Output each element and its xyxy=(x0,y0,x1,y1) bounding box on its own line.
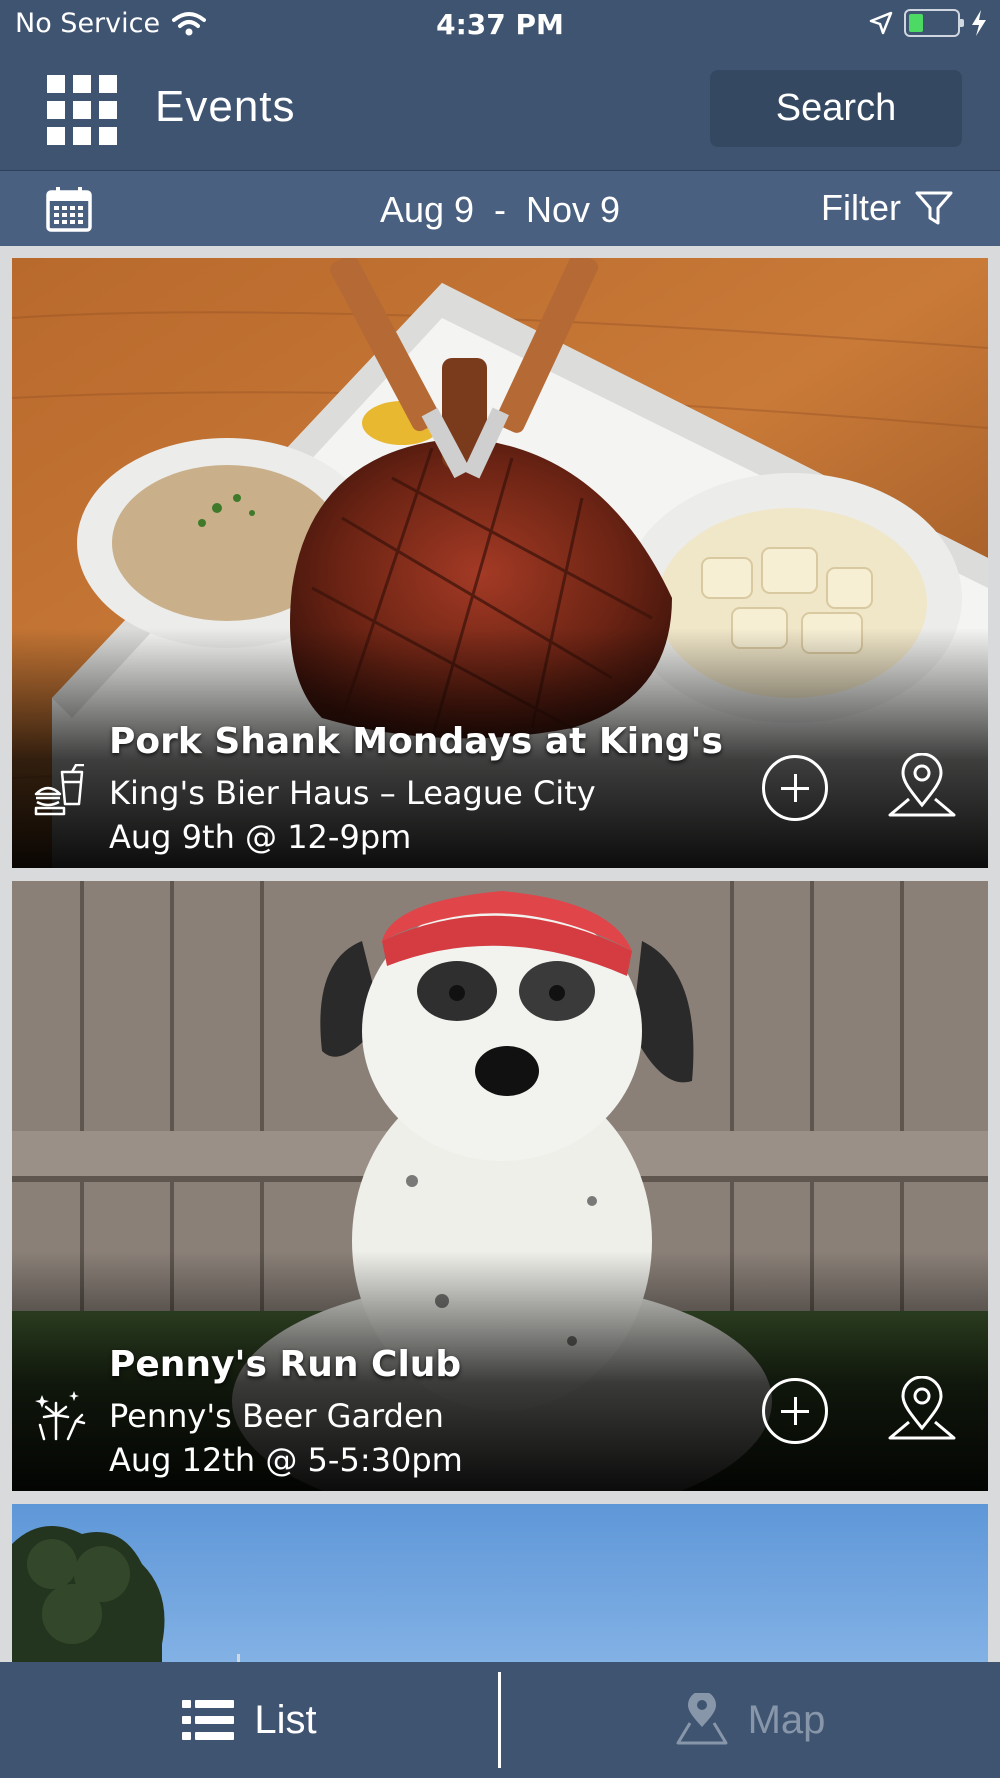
funnel-icon xyxy=(915,191,953,225)
event-venue: King's Bier Haus – League City xyxy=(109,774,596,812)
add-to-calendar-button[interactable] xyxy=(762,1378,828,1444)
status-time: 4:37 PM xyxy=(436,8,564,41)
charging-bolt-icon xyxy=(972,10,986,36)
tab-map[interactable]: Map xyxy=(501,1662,1000,1778)
add-to-calendar-button[interactable] xyxy=(762,755,828,821)
event-card[interactable]: Pork Shank Mondays at King's King's Bier… xyxy=(12,258,988,868)
filter-bar: Aug 9 - Nov 9 Filter xyxy=(0,170,1000,246)
battery-icon xyxy=(904,9,964,37)
location-arrow-icon xyxy=(869,11,893,35)
filter-label: Filter xyxy=(821,187,901,228)
app-header: Events Search xyxy=(0,50,1000,170)
bottom-tab-bar: List Map xyxy=(0,1662,1000,1778)
event-title: Pork Shank Mondays at King's xyxy=(109,721,723,762)
page-title: Events xyxy=(155,82,296,131)
event-time: Aug 12th @ 5-5:30pm xyxy=(109,1441,463,1479)
food-drink-icon xyxy=(34,764,84,816)
event-title: Penny's Run Club xyxy=(109,1344,462,1385)
filter-button[interactable]: Filter xyxy=(821,187,953,229)
fireworks-icon xyxy=(35,1391,86,1441)
event-time: Aug 9th @ 12-9pm xyxy=(109,818,412,856)
list-icon xyxy=(182,1700,235,1740)
apps-grid-icon[interactable] xyxy=(47,75,117,145)
status-right xyxy=(868,9,988,37)
search-button[interactable]: Search xyxy=(710,70,962,147)
battery-level xyxy=(909,14,923,32)
event-card[interactable]: Penny's Run Club Penny's Beer Garden Aug… xyxy=(12,881,988,1491)
map-pin-icon[interactable] xyxy=(887,1376,957,1446)
tab-list-label: List xyxy=(254,1697,317,1742)
map-marker-icon xyxy=(676,1693,728,1745)
event-venue: Penny's Beer Garden xyxy=(109,1397,444,1435)
tab-map-label: Map xyxy=(747,1697,826,1742)
tab-list[interactable]: List xyxy=(0,1662,499,1778)
map-pin-icon[interactable] xyxy=(887,753,957,823)
status-bar: No Service 4:37 PM xyxy=(0,0,1000,50)
